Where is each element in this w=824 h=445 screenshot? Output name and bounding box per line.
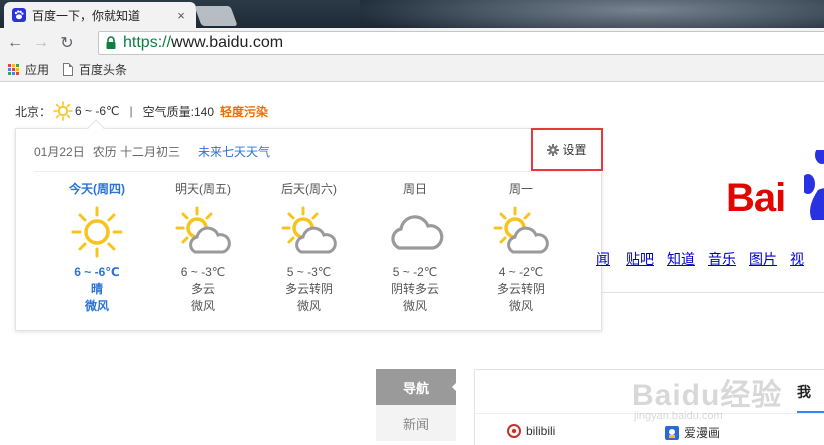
url-scheme: https://: [123, 34, 172, 51]
forecast-days: 今天(周四) 6 ~ -6℃ 晴 微风 明天(周五) 6 ~ -3℃ 多云 微风…: [44, 179, 596, 329]
gear-icon: [547, 143, 560, 156]
forecast-day: 明天(周五) 6 ~ -3℃ 多云 微风: [150, 179, 256, 315]
day-condition: 晴: [90, 282, 103, 296]
reload-icon[interactable]: ↻: [56, 32, 78, 54]
sun-icon: [53, 101, 73, 121]
day-temperature: 4 ~ -2℃: [498, 265, 544, 279]
forecast-day-today: 今天(周四) 6 ~ -6℃ 晴 微风: [44, 179, 150, 315]
tab-my[interactable]: 我: [797, 382, 811, 402]
bilibili-icon: [507, 424, 521, 438]
sun-icon: [71, 206, 123, 258]
bookmark-label: 百度头条: [79, 63, 128, 77]
day-name: 周一: [508, 182, 533, 196]
day-temperature: 6 ~ -3℃: [180, 265, 226, 279]
day-name: 周日: [402, 182, 427, 196]
tab-navigation[interactable]: 导航: [376, 369, 457, 405]
baidu-paw-icon: [12, 8, 26, 22]
weather-popup: 01月22日 农历 十二月初三 未来七天天气 设置 今天(周四) 6 ~ -6℃…: [15, 119, 603, 331]
watermark: Baidu经验 jingyan.baidu.com: [632, 370, 782, 432]
nav-link-zhidao[interactable]: 知道: [667, 249, 695, 269]
day-temperature: 6 ~ -6℃: [74, 265, 120, 279]
new-tab-button[interactable]: [194, 6, 238, 26]
window-background: [360, 0, 824, 28]
address-bar[interactable]: https:// www.baidu.com: [98, 31, 824, 55]
forecast-day: 周日 5 ~ -2℃ 阴转多云 微风: [362, 179, 468, 315]
pollution-level: 轻度污染: [220, 104, 269, 119]
nav-link-tieba[interactable]: 贴吧: [626, 249, 654, 269]
weather-summary[interactable]: 北京： 6 ~ -6℃ | 空气质量:140 轻度污染: [15, 101, 268, 121]
partly-cloudy-icon: [493, 206, 549, 254]
site-link-bilibili[interactable]: bilibili: [507, 424, 555, 438]
day-wind: 微风: [508, 299, 533, 313]
nav-link-images[interactable]: 图片: [749, 249, 777, 269]
page-icon: [63, 63, 74, 76]
partly-cloudy-icon: [175, 206, 231, 254]
tab-title: 百度一下，你就知道: [32, 8, 141, 23]
seven-day-weather-link[interactable]: 未来七天天气: [198, 143, 270, 160]
close-tab-icon[interactable]: ×: [174, 8, 188, 23]
browser-toolbar: ← → ↻ https:// www.baidu.com: [0, 28, 824, 58]
browser-tab[interactable]: 百度一下，你就知道 ×: [4, 2, 196, 28]
forecast-day: 后天(周六) 5 ~ -3℃ 多云转阴 微风: [256, 179, 362, 315]
cloud-icon: [391, 215, 444, 250]
date-label: 01月22日: [34, 145, 85, 159]
back-arrow-icon[interactable]: ←: [4, 32, 26, 54]
nav-link-news[interactable]: 闻: [596, 249, 610, 269]
apps-icon: [8, 64, 19, 75]
day-wind: 微风: [190, 299, 215, 313]
day-wind: 微风: [402, 299, 427, 313]
watermark-url: jingyan.baidu.com: [634, 410, 723, 422]
side-tabs: 导航 新闻: [376, 369, 457, 441]
baidu-nav-links: 闻 贴吧 知道 音乐 图片 视: [596, 249, 817, 269]
divider: [602, 292, 824, 293]
bookmarks-bar: 应用 百度头条: [0, 58, 824, 82]
settings-label: 设置: [562, 143, 587, 157]
settings-button[interactable]: 设置: [531, 128, 603, 171]
separator: |: [129, 104, 133, 118]
day-name: 明天(周五): [175, 182, 231, 196]
day-wind: 微风: [84, 299, 109, 313]
popup-header: 01月22日 农历 十二月初三 未来七天天气: [34, 143, 270, 160]
forecast-day: 周一 4 ~ -2℃ 多云转阴 微风: [468, 179, 574, 315]
popup-caret: [87, 119, 105, 137]
lunar-date: 农历 十二月初三: [92, 145, 181, 159]
watermark-text: Baidu经验: [632, 379, 783, 412]
bookmark-label: 应用: [25, 63, 50, 77]
lock-icon: [106, 36, 116, 49]
day-name: 后天(周六): [281, 182, 337, 196]
divider: [34, 171, 586, 172]
bookmark-apps[interactable]: 应用: [8, 61, 49, 78]
day-temperature: 5 ~ -3℃: [286, 265, 332, 279]
logo-text: Bai: [726, 176, 786, 220]
air-quality: 空气质量:140: [142, 104, 214, 119]
forward-arrow-icon[interactable]: →: [30, 32, 52, 54]
day-name: 今天(周四): [69, 182, 125, 196]
day-wind: 微风: [296, 299, 321, 313]
day-condition: 多云: [190, 282, 215, 296]
day-condition: 多云转阴: [284, 282, 333, 296]
nav-link-video[interactable]: 视: [790, 249, 804, 269]
day-condition: 多云转阴: [496, 282, 545, 296]
site-label: bilibili: [526, 424, 556, 438]
bookmark-baidu-toutiao[interactable]: 百度头条: [63, 61, 127, 78]
partly-cloudy-icon: [281, 206, 337, 254]
city-label: 北京：: [15, 104, 52, 119]
baidu-paw-icon: [804, 150, 824, 220]
today-temperature: 6 ~ -6℃: [75, 104, 120, 118]
day-temperature: 5 ~ -2℃: [392, 265, 438, 279]
url-host: www.baidu.com: [171, 34, 284, 51]
tab-news[interactable]: 新闻: [376, 405, 456, 441]
tab-strip: 百度一下，你就知道 ×: [0, 0, 824, 28]
nav-link-music[interactable]: 音乐: [708, 249, 736, 269]
day-condition: 阴转多云: [390, 282, 439, 296]
